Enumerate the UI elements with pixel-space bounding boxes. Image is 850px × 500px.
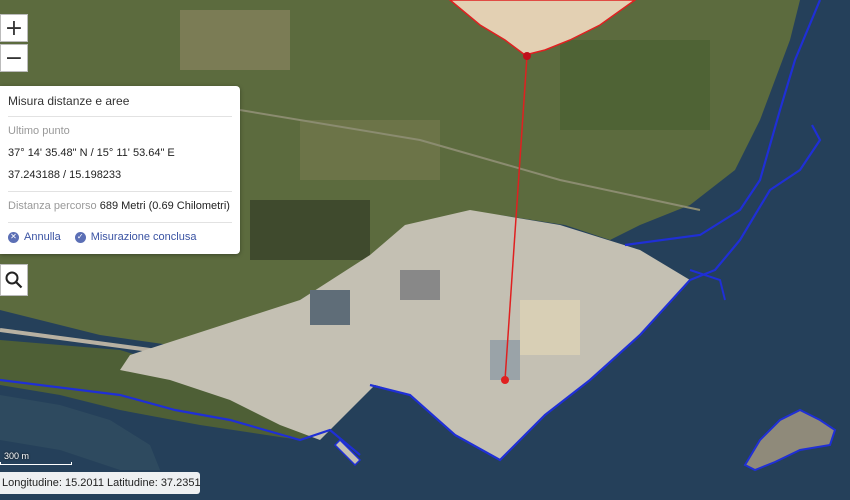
cancel-button[interactable]: ✕ Annulla — [8, 231, 61, 243]
divider — [8, 116, 232, 117]
measure-end-point[interactable] — [501, 376, 509, 384]
last-point-decimal: 37.243188 / 15.198233 — [8, 169, 122, 181]
last-point-dms: 37° 14' 35.48" N / 15° 11' 53.64" E — [8, 147, 175, 159]
field-patch — [300, 120, 440, 180]
distance-label: Distanza percorso — [8, 200, 97, 212]
cursor-coordinates: Longitudine: 15.2011 Latitudine: 37.2351 — [0, 472, 201, 494]
search-icon — [5, 271, 23, 289]
divider — [8, 222, 232, 223]
scale-bar — [0, 462, 72, 465]
distance-row: Distanza percorso 689 Metri (0.69 Chilom… — [8, 200, 232, 212]
measure-start-point[interactable] — [523, 52, 531, 60]
field-patch — [560, 40, 710, 130]
divider — [8, 191, 232, 192]
last-point-label: Ultimo punto — [8, 125, 70, 137]
zoom-out-button[interactable]: − — [0, 44, 28, 72]
search-button[interactable] — [0, 264, 28, 296]
field-patch — [180, 10, 290, 70]
zoom-in-button[interactable]: + — [0, 14, 28, 42]
close-icon: ✕ — [8, 231, 19, 243]
building — [400, 270, 440, 300]
finish-measurement-button[interactable]: ✓ Misurazione conclusa — [74, 231, 197, 243]
check-icon: ✓ — [74, 231, 86, 243]
measure-panel: Misura distanze e aree Ultimo punto 37° … — [0, 86, 240, 254]
warehouse — [520, 300, 580, 355]
finish-label: Misurazione conclusa — [90, 231, 197, 243]
measure-actions: ✕ Annulla ✓ Misurazione conclusa — [8, 231, 232, 243]
scale-label: 300 m — [4, 451, 30, 461]
parking-lot — [310, 290, 350, 325]
measure-panel-title: Misura distanze e aree — [8, 94, 130, 108]
cancel-label: Annulla — [24, 231, 61, 243]
distance-value: 689 Metri (0.69 Chilometri) — [99, 200, 230, 212]
field-patch — [250, 200, 370, 260]
